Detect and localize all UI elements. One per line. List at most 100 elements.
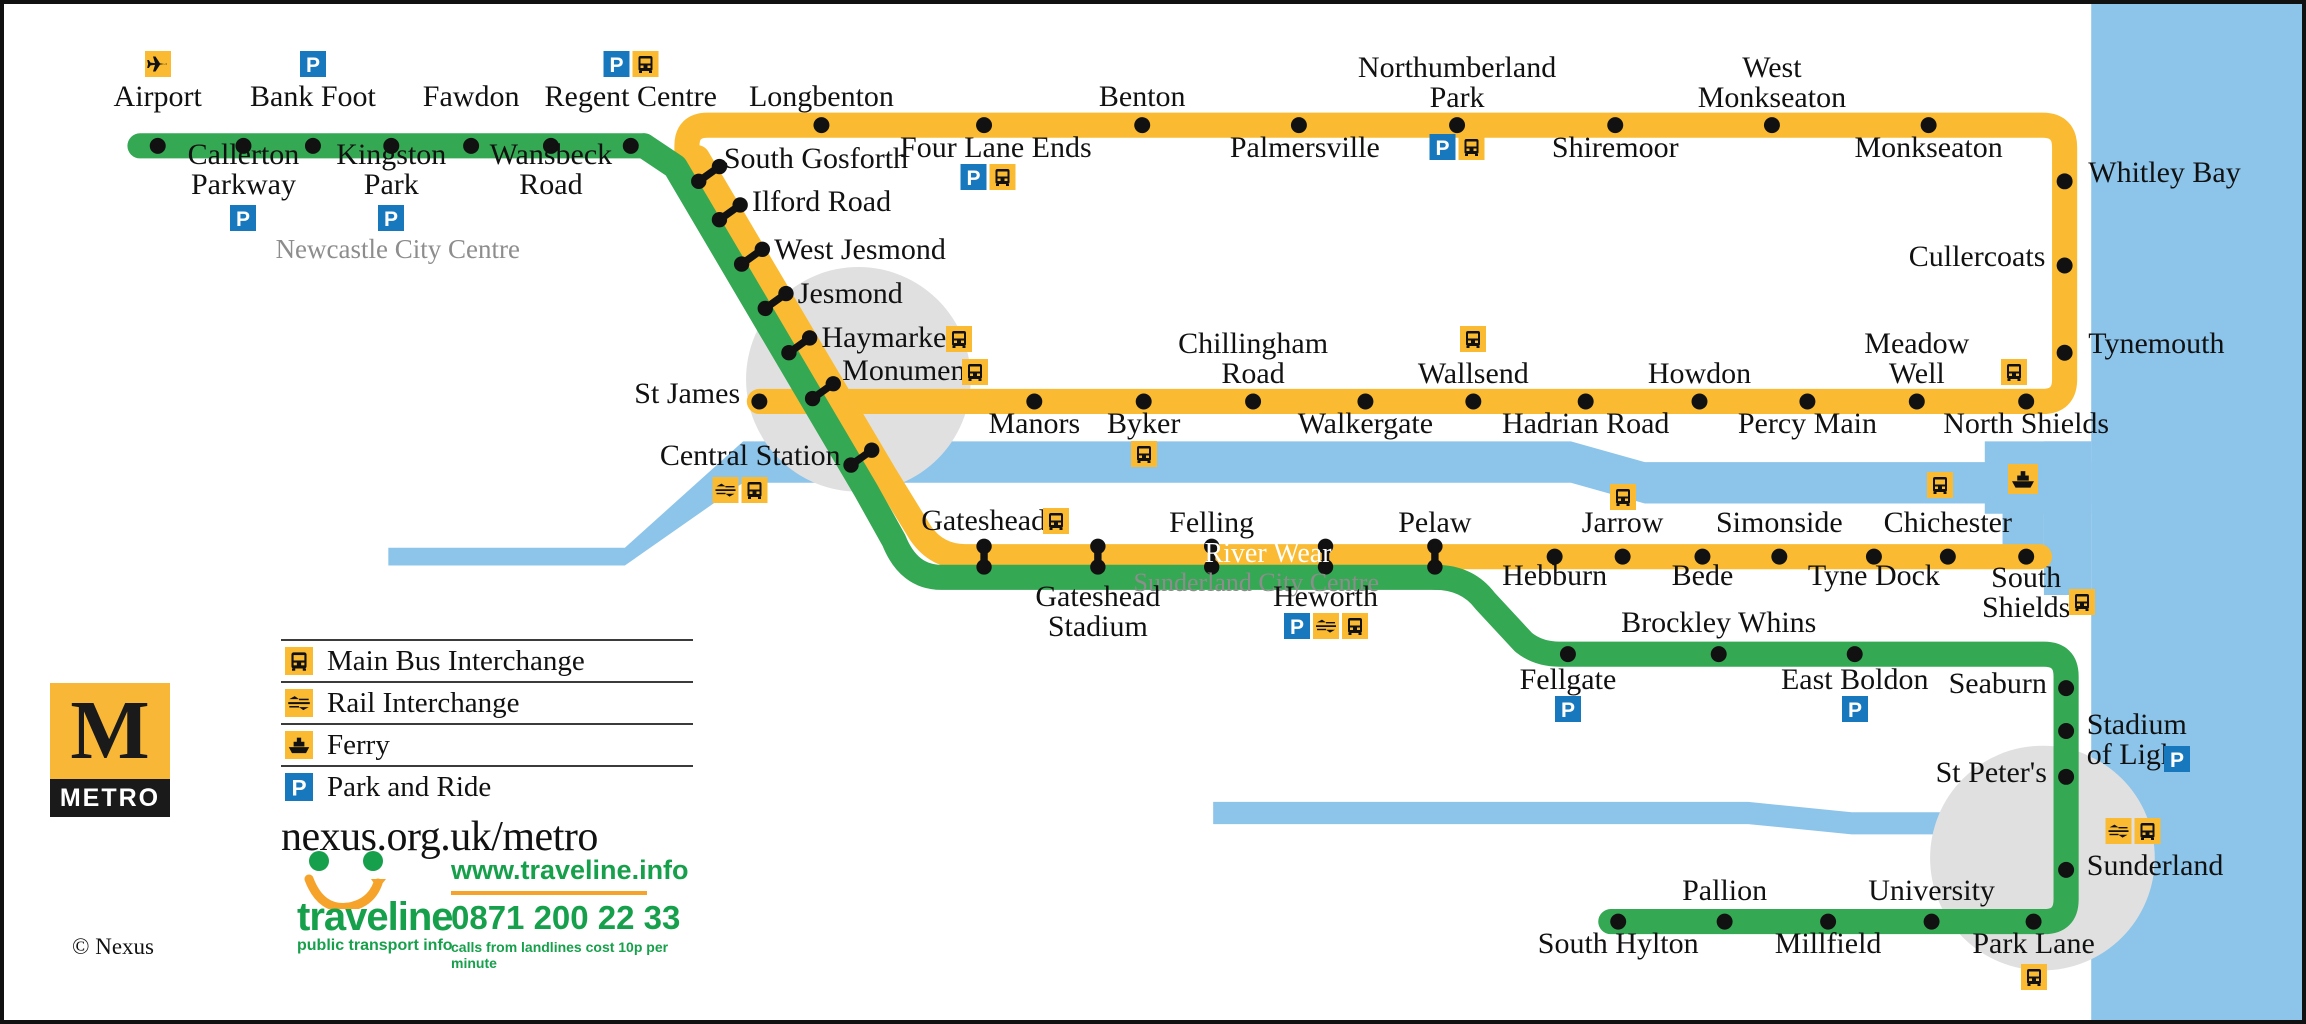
svg-text:P: P [1289,616,1303,639]
station-label[interactable]: Meadow Well [1864,329,1969,389]
station-dot[interactable] [751,393,768,410]
station-label[interactable]: St James [634,379,740,410]
station-dot[interactable] [1449,117,1466,134]
the-coast-label: The coast [1427,165,1543,198]
station-label[interactable]: Howdon [1648,358,1751,390]
station-label[interactable]: Gateshead Stadium [1035,581,1160,642]
station-label[interactable]: Whitley Bay [2088,157,2240,189]
station-label[interactable]: Northumberland Park [1358,52,1556,113]
station-dot[interactable] [1763,117,1780,134]
station-label[interactable]: Ilford Road [752,187,891,218]
station-label[interactable]: Wallsend [1418,358,1529,390]
station-label[interactable]: Seaburn [1949,668,2047,700]
station-label[interactable]: Tyne Dock [1808,560,1940,592]
station-dot[interactable] [1939,548,1956,565]
rail-icon [1312,612,1339,639]
station-label[interactable]: Hadrian Road [1502,408,1669,440]
station-label[interactable]: Longbenton [749,82,894,113]
station-label[interactable]: Felling [1169,507,1254,539]
station-label[interactable]: Monkseaton [1854,132,2002,164]
station-label[interactable]: St Peter's [1936,757,2047,789]
station-label[interactable]: South Gosforth [724,144,908,175]
svg-text:P: P [1848,699,1862,722]
station-dot[interactable] [2056,173,2073,190]
station-label[interactable]: Bede [1672,560,1734,592]
bus-icon [2134,818,2161,845]
station-dot[interactable] [149,137,166,154]
station-dot[interactable] [1614,548,1631,565]
bus-icon [1043,507,1070,534]
station-label[interactable]: Byker [1107,408,1180,440]
station-label[interactable]: Shiremoor [1552,132,1679,164]
station-label[interactable]: Percy Main [1738,408,1877,440]
station-label[interactable]: Sunderland [2087,850,2224,882]
station-label[interactable]: Airport [114,82,202,113]
station-dot[interactable] [463,137,480,154]
station-label[interactable]: Walkergate [1298,408,1433,440]
station-label[interactable]: Tynemouth [2088,328,2224,360]
ferry-icon [285,731,313,759]
station-label[interactable]: West Monkseaton [1698,52,1846,113]
station-label[interactable]: Manors [988,408,1080,440]
station-label[interactable]: Pelaw [1398,507,1471,539]
station-label[interactable]: Park Lane [1972,928,2094,960]
station-label[interactable]: Chillingham Road [1178,329,1328,389]
station-dot[interactable] [2058,768,2075,785]
station-label[interactable]: Haymarket [821,323,954,354]
station-dot[interactable] [304,137,321,154]
station-dot[interactable] [1465,393,1482,410]
station-label[interactable]: Brockley Whins [1621,608,1816,639]
station-label[interactable]: Fawdon [423,82,520,113]
station-label[interactable]: East Boldon [1781,664,1929,696]
station-label[interactable]: Callerton Parkway [188,139,300,200]
station-dot[interactable] [1846,646,1863,663]
station-dot[interactable] [1908,393,1925,410]
station-dot[interactable] [1771,548,1788,565]
station-label[interactable]: Four Lane Ends [900,132,1092,164]
station-label[interactable]: Pallion [1682,875,1767,907]
station-label[interactable]: Fellgate [1520,664,1617,696]
bus-icon [989,163,1016,190]
station-label[interactable]: Millfield [1775,928,1882,960]
station-facility-icons [1043,507,1070,534]
station-dot[interactable] [1134,117,1151,134]
station-dot[interactable] [622,137,639,154]
park-ride-icon: P [299,51,326,78]
station-label[interactable]: University [1868,875,1995,907]
station-label[interactable]: Hebburn [1502,560,1607,592]
station-dot[interactable] [2058,861,2075,878]
station-label[interactable]: Cullercoats [1909,241,2046,273]
station-label[interactable]: Kingston Park [336,139,446,200]
station-label[interactable]: North Shields [1943,408,2109,440]
station-dot[interactable] [1559,646,1576,663]
station-label[interactable]: Jarrow [1582,507,1664,539]
station-dot[interactable] [2058,723,2075,739]
station-label[interactable]: Central Station [660,441,841,472]
station-dot[interactable] [1923,913,1940,930]
station-label[interactable]: Bank Foot [250,82,376,113]
station-label[interactable]: Regent Centre [545,82,717,113]
station-label[interactable]: South Shields [1982,562,2070,623]
station-label[interactable]: Heworth [1273,581,1378,613]
station-label[interactable]: Palmersville [1230,132,1380,164]
traveline-website[interactable]: www.traveline.info [451,855,689,886]
station-dot[interactable] [2056,257,2073,274]
station-label[interactable]: Jesmond [798,278,903,310]
station-dot[interactable] [2058,680,2075,697]
station-label[interactable]: Monument [842,355,974,387]
station-dot[interactable] [1245,393,1262,410]
bus-icon [741,476,768,503]
station-dot[interactable] [813,117,830,134]
station-label[interactable]: South Hylton [1538,928,1699,960]
station-dot[interactable] [1691,393,1708,410]
bus-icon [2020,964,2047,991]
station-label[interactable]: Benton [1099,82,1186,113]
station-label[interactable]: Gateshead [921,506,1046,537]
station-label[interactable]: Chichester [1884,507,2012,539]
station-dot[interactable] [1710,646,1727,663]
station-label[interactable]: West Jesmond [774,234,946,266]
station-label[interactable]: Simonside [1716,507,1843,539]
station-dot[interactable] [2056,344,2073,361]
station-label[interactable]: Wansbeck Road [490,139,613,200]
station-dot[interactable] [1716,913,1733,930]
